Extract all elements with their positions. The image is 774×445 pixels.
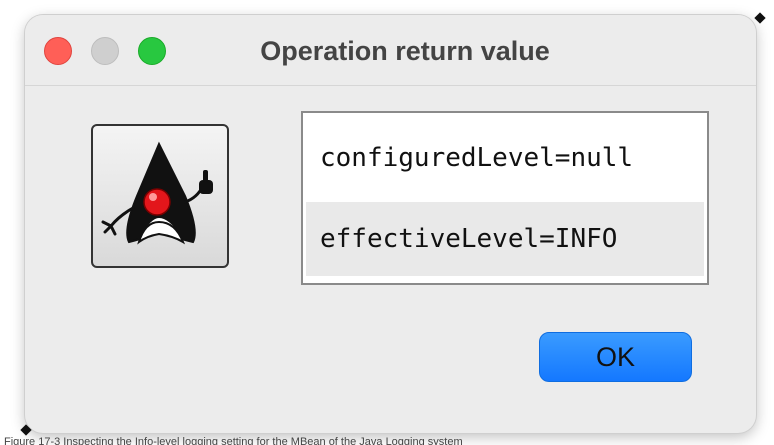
maximize-window-button[interactable]: [138, 37, 166, 65]
minimize-window-button[interactable]: [91, 37, 119, 65]
return-value-list: configuredLevel=null effectiveLevel=INFO: [301, 111, 709, 285]
list-item[interactable]: effectiveLevel=INFO: [306, 202, 704, 276]
close-window-button[interactable]: [44, 37, 72, 65]
list-item[interactable]: configuredLevel=null: [306, 121, 704, 195]
title-bar[interactable]: Operation return value: [25, 15, 756, 86]
dialog-title: Operation return value: [260, 36, 550, 66]
figure-caption: Figure 17-3 Inspecting the Info-level lo…: [4, 436, 463, 445]
java-duke-icon: [91, 124, 229, 268]
screenshot-stage: Operation return value configuredLevel=n…: [0, 0, 774, 445]
corner-mark: [754, 12, 766, 24]
ok-button[interactable]: OK: [539, 332, 692, 382]
operation-return-dialog: Operation return value configuredLevel=n…: [25, 15, 756, 433]
